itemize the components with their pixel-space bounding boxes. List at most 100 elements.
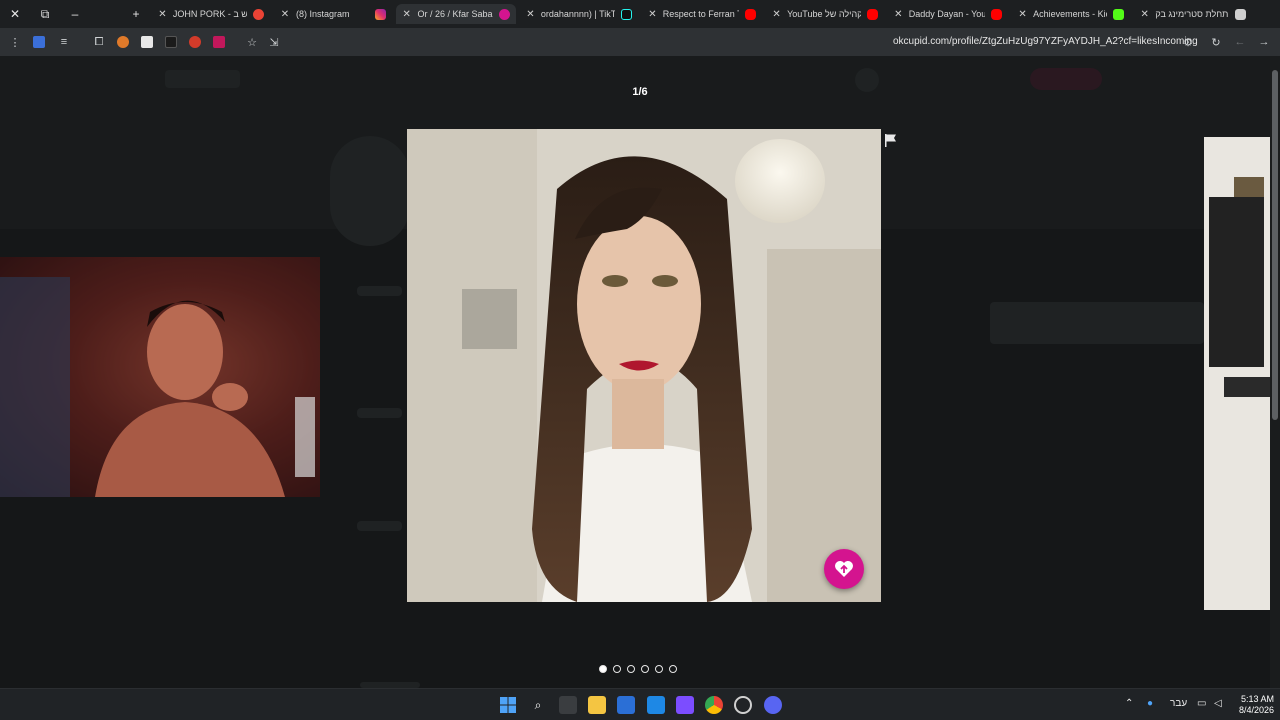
tab-title: (8) Instagram [296,9,350,19]
volume-icon[interactable]: ◁ [1214,698,1222,709]
extension-icon[interactable] [33,36,45,48]
close-window-icon[interactable]: ✕ [0,0,30,28]
close-tab-icon[interactable]: ✕ [648,9,657,20]
upgrade-button [1030,68,1102,90]
portrait-illustration [407,129,881,602]
tab-youtube-community[interactable]: ✕ YouTube הקהילה של [766,4,884,24]
tray-chevron-icon[interactable]: ⌃ [1125,698,1133,709]
install-icon[interactable]: ⇲ [266,34,282,50]
clock-time: 5:13 AM [1240,694,1274,704]
tab-title: Daddy Dayan - YouTu [908,9,985,19]
scrollbar-thumb[interactable] [1272,70,1278,420]
tab-title: התחלת סטרימינג בק [1155,9,1229,19]
reading-list-icon[interactable]: ≡ [56,34,72,50]
search-icon[interactable]: ⌕ [529,696,547,714]
page-scrollbar[interactable] [1270,56,1280,688]
google-icon [253,8,264,20]
clock-date: 8/4/2026 [1238,705,1274,715]
extension-icon[interactable] [189,36,201,48]
chrome-icon[interactable] [705,696,723,714]
kick-icon [1113,8,1124,20]
site-icon [1235,8,1246,20]
extension-icon[interactable] [165,36,177,48]
close-tab-icon[interactable]: ✕ [158,9,167,20]
back-icon[interactable]: → [1256,34,1272,50]
close-tab-icon[interactable]: ✕ [402,9,411,20]
youtube-icon [991,8,1002,20]
tab-title: ordahannnn) | TikTok [540,9,615,19]
room-illustration [1204,137,1270,610]
close-tab-icon[interactable]: ✕ [280,9,290,20]
file-explorer-icon[interactable] [588,696,606,714]
pagination-dot[interactable] [641,665,649,673]
pagination-dot[interactable] [599,665,607,673]
ghost-card [990,302,1204,344]
site-settings-icon[interactable]: ⚙ [1180,34,1196,50]
tab-tiktok[interactable]: ✕ ordahannnn) | TikTok [520,4,638,24]
close-tab-icon[interactable]: ✕ [772,9,781,20]
tab-daddy-dayan[interactable]: ✕ Daddy Dayan - YouTu [888,4,1008,24]
tab-title: JOHN PORK - שוש ב [172,9,247,19]
minimize-icon[interactable]: – [60,0,90,28]
reload-icon[interactable]: ↻ [1208,34,1224,50]
extension-icon[interactable] [213,36,225,48]
address-bar[interactable]: okcupid.com/profile/ZtgZuHzUg97YZFyAYDJH… [893,36,1198,47]
extension-icon[interactable] [117,36,129,48]
report-flag-icon[interactable] [883,132,899,148]
tab-title: Achievements - Kick [1033,9,1107,19]
microphone-icon[interactable]: ● [1147,698,1153,709]
ghost-line [357,286,402,296]
start-icon[interactable] [499,696,517,714]
pagination-dot[interactable] [627,665,635,673]
ghost-line [357,521,402,531]
profile-photo-thumb [330,136,410,246]
puzzle-icon[interactable]: ⧠ [91,34,107,50]
photos-icon[interactable] [647,696,665,714]
instagram-icon [375,8,386,20]
store-icon[interactable] [617,696,635,714]
forward-icon[interactable]: ← [1232,34,1248,50]
tab-respect-ferran[interactable]: ✕ Respect to Ferran Tor [642,4,762,24]
restore-icon[interactable]: ⧉ [30,0,60,28]
extension-icon[interactable] [141,36,153,48]
next-photo-preview[interactable] [1204,137,1270,610]
language-indicator[interactable]: עבר [1170,698,1187,709]
tab-john-pork[interactable]: ✕ JOHN PORK - שוש ב [152,4,270,24]
heart-icon [835,561,853,577]
pagination-dot[interactable] [669,665,677,673]
browser-toolbar: ⋮ ≡ ⧠ ☆ ⇲ okcupid.com/profile/ZtgZuHzUg9… [0,28,1280,56]
tab-streaming[interactable]: ✕ התחלת סטרימינג בק [1134,4,1252,24]
network-icon[interactable]: ▭ [1197,698,1206,709]
photo-pagination [599,665,677,673]
profile-photo[interactable] [407,129,881,602]
star-icon[interactable]: ☆ [244,34,260,50]
like-button[interactable] [824,549,864,589]
close-tab-icon[interactable]: ✕ [526,9,535,20]
avatar [855,68,879,92]
photo-counter: 1/6 [632,86,648,98]
task-view-icon[interactable] [559,696,577,714]
tab-kick[interactable]: ✕ Achievements - Kick [1012,4,1130,24]
new-tab-button[interactable]: + [121,0,151,28]
pagination-dot[interactable] [613,665,621,673]
menu-dots-icon[interactable]: ⋮ [7,34,23,50]
tiktok-icon [621,8,632,20]
discord-icon[interactable] [764,696,782,714]
tab-title: YouTube הקהילה של [787,9,861,19]
pagination-dot[interactable] [655,665,663,673]
windows-taskbar: ⌕ ⌃ ● עבר ▭ ◁ 5:13 AM 8/4/2026 [0,688,1280,720]
close-tab-icon[interactable]: ✕ [894,9,903,20]
ghost-line [357,408,402,418]
youtube-icon [745,8,756,20]
close-tab-icon[interactable]: ✕ [1140,9,1149,20]
tab-okcupid[interactable]: ✕ Or / 26 / Kfar Saba | [396,4,516,24]
system-clock[interactable]: 5:13 AM 8/4/2026 [1232,694,1274,716]
youtube-icon [867,8,878,20]
site-logo [165,70,240,88]
tab-instagram[interactable]: ✕ (8) Instagram [274,4,392,24]
tab-title: Or / 26 / Kfar Saba | [417,9,493,19]
tab-strip: ✕ ⧉ – + ✕ JOHN PORK - שוש ב ✕ (8) Instag… [0,0,1280,28]
app-icon[interactable] [676,696,694,714]
close-tab-icon[interactable]: ✕ [1018,9,1027,20]
obs-icon[interactable] [734,696,752,714]
